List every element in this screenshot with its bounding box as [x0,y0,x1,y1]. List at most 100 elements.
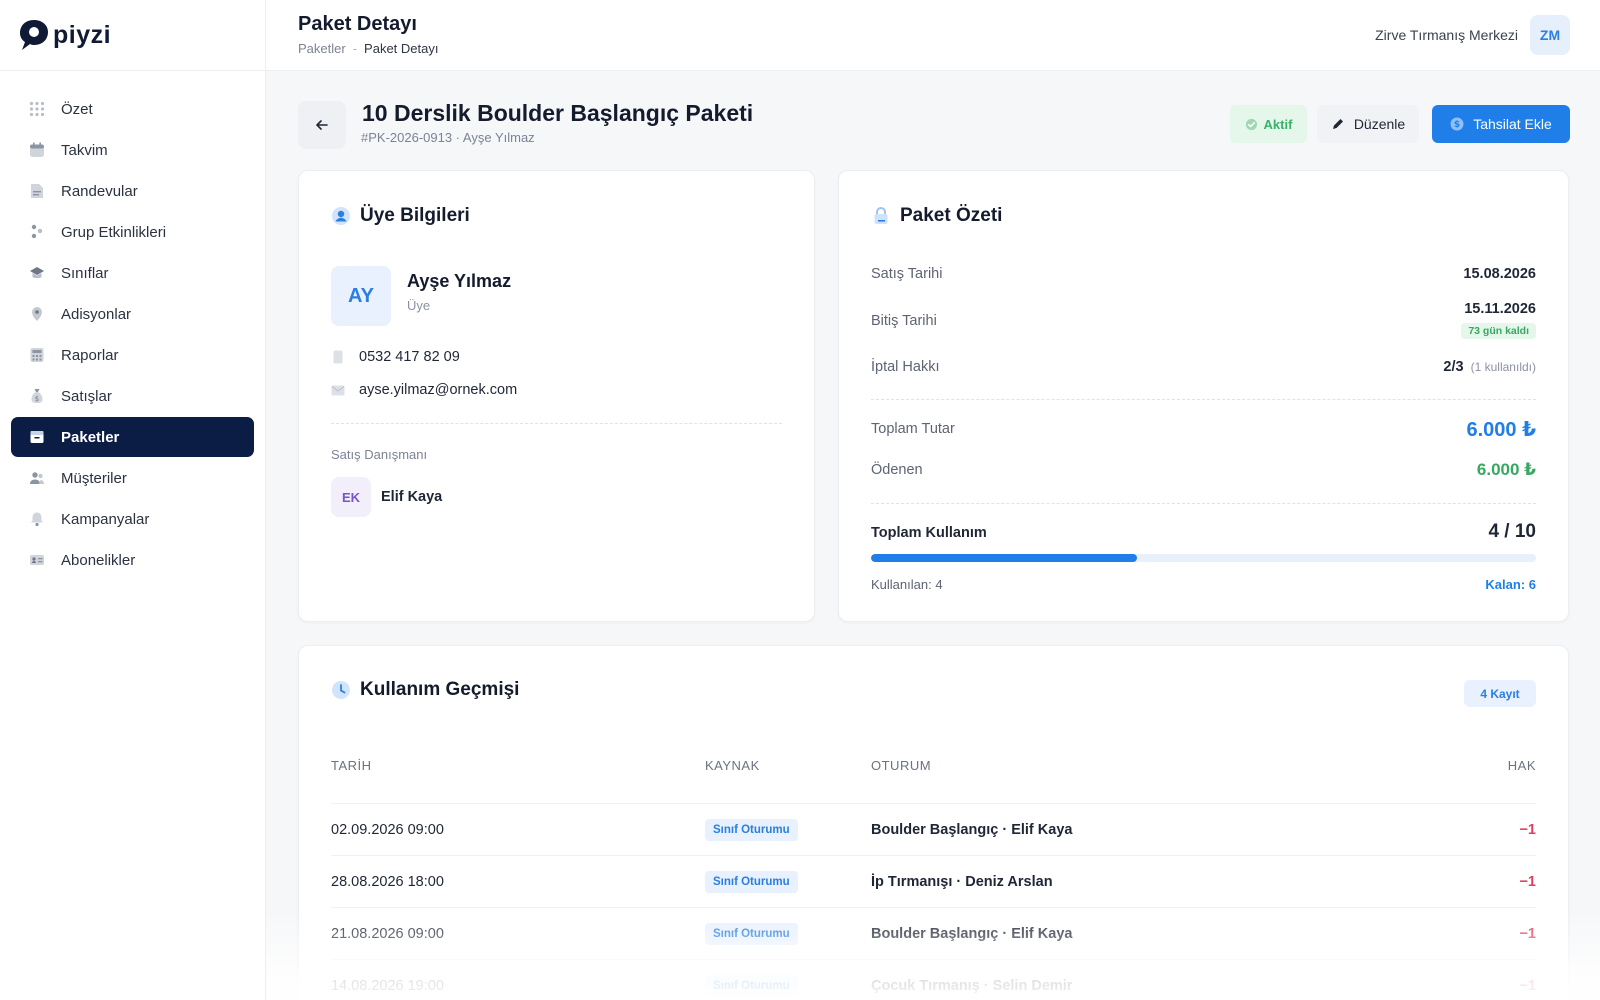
usage-progress-bar [871,554,1536,562]
cancel-right-note: (1 kullanıldı) [1470,360,1536,374]
sidebar-item-label: Randevular [61,182,138,200]
sidebar-item-4[interactable]: Grup Etkinlikleri [11,212,254,252]
row-date: 21.08.2026 09:00 [331,926,444,942]
grid-icon [28,101,45,118]
member-phone[interactable]: 0532 417 82 09 [359,349,460,365]
bell-icon [28,511,45,528]
user-icon [332,207,350,225]
usage-label: Toplam Kullanım [871,525,987,541]
member-email[interactable]: ayse.yilmaz@ornek.com [359,382,517,398]
arrow-left-icon [316,120,328,130]
column-header-date[interactable]: TARİH [331,758,372,773]
row-hak: −1 [1519,926,1536,942]
document-icon [28,183,45,200]
calendar-icon [28,142,45,159]
row-source-badge: Sınıf Oturumu [705,871,798,893]
sidebar-item-label: Paketler [61,428,120,446]
sidebar-item-label: Abonelikler [61,551,136,569]
table-row[interactable]: 21.08.2026 09:00 Sınıf Oturumu Boulder Baş… [331,907,1536,959]
row-source-badge: Sınıf Oturumu [705,819,798,841]
sidebar-item-8[interactable]: $ Satışlar [11,376,254,416]
breadcrumb-item-current: Paket Detayı [364,41,439,56]
history-card-header: Kullanım Geçmişi [331,679,519,701]
end-date-label: Bitiş Tarihi [871,313,937,329]
add-payment-button[interactable]: $ Tahsilat Ekle [1432,105,1570,143]
member-info-card: Üye Bilgileri AY Ayşe Yılmaz Üye 0532 41… [298,170,815,622]
sale-date-label: Satış Tarihi [871,266,943,282]
user-avatar[interactable]: ZM [1530,15,1570,55]
edit-button-label: Düzenle [1353,116,1406,132]
row-session: Boulder Başlangıç · Elif Kaya [871,822,1073,838]
sidebar-item-2[interactable]: Takvim [11,130,254,170]
total-amount-value: 6.000 ₺ [1466,419,1536,441]
status-badge: Aktif [1230,105,1307,143]
package-title: 10 Derslik Boulder Başlangıç Paketi [362,100,754,126]
row-date: 28.08.2026 18:00 [331,874,444,890]
sidebar-item-11[interactable]: Kampanyalar [11,499,254,539]
used-count: Kullanılan: 4 [871,577,943,592]
top-bar: Paket Detayı Paketler - Paket Detayı Zir… [266,0,1600,71]
row-hak: −1 [1519,874,1536,890]
back-button[interactable] [298,101,346,149]
row-session: İp Tırmanışı · Deniz Arslan [871,874,1053,890]
cancel-right-row: İptal Hakkı 2/3 (1 kullanıldı) [871,359,1536,375]
mail-icon [331,383,345,397]
paid-amount-row: Ödenen 6.000 ₺ [871,460,1536,479]
sidebar-item-12[interactable]: Abonelikler [11,540,254,580]
sidebar-item-label: Özet [61,100,93,118]
id-card-icon [28,552,45,569]
advisor-name: Elif Kaya [381,489,443,505]
money-bag-icon: $ [28,388,45,405]
sidebar-item-label: Adisyonlar [61,305,132,323]
lock-icon [874,207,888,224]
member-card-title: Üye Bilgileri [360,205,470,226]
row-session: Boulder Başlangıç · Elif Kaya [871,926,1073,942]
calculator-icon [28,347,45,364]
package-summary-card: Paket Özeti Satış Tarihi 15.08.2026 Biti… [838,170,1569,622]
advisor-label: Satış Danışmanı [331,447,428,462]
sidebar-item-7[interactable]: Raporlar [11,335,254,375]
cancel-right-value-group: 2/3 (1 kullanıldı) [1443,359,1536,375]
sale-date-row: Satış Tarihi 15.08.2026 [871,266,1536,282]
breadcrumb-separator: - [352,41,358,56]
brand-logo[interactable]: piyzi [0,0,265,71]
column-header-source[interactable]: KAYNAK [705,758,760,773]
member-name: Ayşe Yılmaz [407,271,512,291]
member-role: Üye [407,298,431,313]
history-card-title: Kullanım Geçmişi [360,679,520,700]
member-card-header: Üye Bilgileri [331,205,470,227]
record-count-badge: 4 Kayıt [1464,680,1536,707]
sidebar-item-label: Takvim [61,141,108,159]
brand-logo-icon [20,20,48,50]
svg-text:$: $ [1454,120,1460,130]
end-date-value: 15.11.2026 [1464,301,1536,317]
member-email-row: ayse.yilmaz@ornek.com [331,382,517,398]
divider [331,423,782,424]
sidebar-item-9[interactable]: Paketler [11,417,254,457]
sidebar-item-1[interactable]: Özet [11,89,254,129]
sidebar-item-6[interactable]: Adisyonlar [11,294,254,334]
sidebar-item-5[interactable]: Sınıflar [11,253,254,293]
table-row[interactable]: 14.08.2026 19:00 Sınıf Oturumu Çocuk Tırma… [331,959,1536,1000]
row-session: Çocuk Tırmanış · Selin Demir [871,978,1073,994]
sidebar-item-3[interactable]: Randevular [11,171,254,211]
table-row[interactable]: 28.08.2026 18:00 Sınıf Oturumu İp Tırmanış… [331,855,1536,907]
status-badge-label: Aktif [1263,116,1293,132]
table-row[interactable]: 02.09.2026 09:00 Sınıf Oturumu Boulder Baş… [331,803,1536,855]
check-circle-icon [1245,118,1257,130]
edit-button[interactable]: Düzenle [1317,105,1419,143]
svg-text:$: $ [34,395,38,403]
divider [871,503,1536,504]
sidebar-item-label: Sınıflar [61,264,109,282]
total-amount-row: Toplam Tutar 6.000 ₺ [871,419,1536,441]
column-header-hak[interactable]: HAK [1508,758,1536,773]
usage-progress-fill [871,554,1137,562]
column-header-session[interactable]: OTURUM [871,758,931,773]
sidebar-item-10[interactable]: Müşteriler [11,458,254,498]
group-icon [28,224,45,241]
row-hak: −1 [1519,822,1536,838]
phone-icon [331,350,345,364]
breadcrumb-item-packages[interactable]: Paketler [298,41,346,56]
cancel-right-value: 2/3 [1443,359,1464,375]
row-hak: −1 [1519,978,1536,994]
